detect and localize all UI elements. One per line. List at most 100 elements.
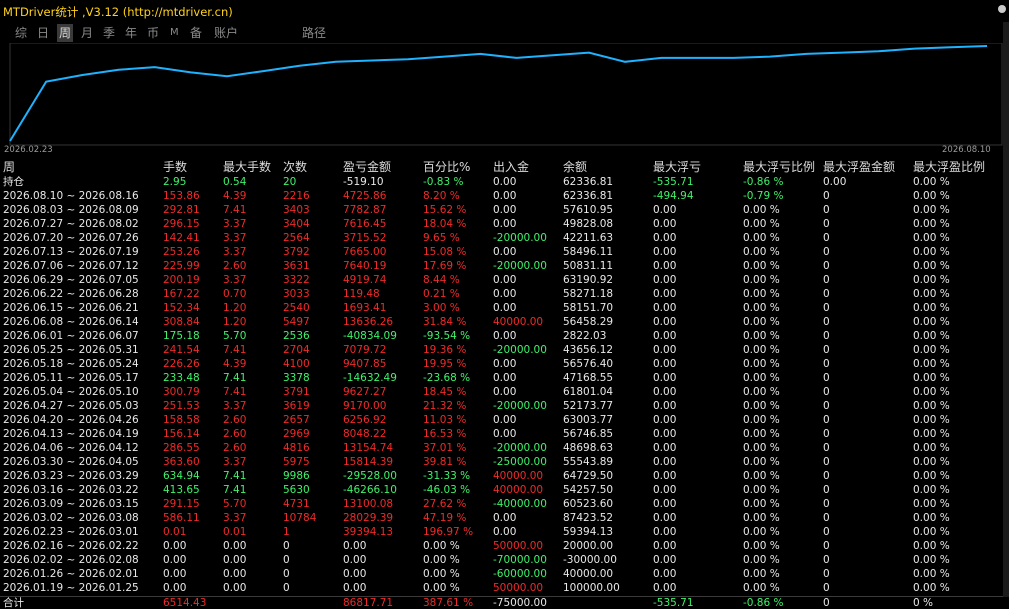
table-row[interactable]: 2026.02.23 ~ 2026.03.01 0.01 0.01 1 39394.13…	[0, 525, 1003, 539]
cell-max_lots: 3.37	[223, 218, 247, 230]
cell-max_dd: 0.00	[653, 302, 677, 314]
cell-lots: 167.22	[163, 288, 200, 300]
cell-period: 2026.03.09 ~ 2026.03.15	[3, 498, 139, 510]
table-row[interactable]: 2026.05.11 ~ 2026.05.17 233.48 7.41 3378 -14…	[0, 371, 1003, 385]
cell-pct: 0.00 %	[423, 568, 460, 580]
cell-max_fp: 0	[823, 484, 830, 496]
cell-max_dd_pct: 0.00 %	[743, 512, 780, 524]
tab-7[interactable]: M	[168, 24, 181, 42]
cell-balance: 2822.03	[563, 330, 607, 342]
balance-line	[9, 45, 988, 142]
cell-flow: 50000.00	[493, 582, 544, 594]
table-row[interactable]: 2026.04.27 ~ 2026.05.03 251.53 3.37 3619 917…	[0, 399, 1003, 413]
holding-row: 持仓 2.95 0.54 20 -519.10 -0.83 % 0.00 62336.81 -5…	[0, 175, 1003, 189]
table-row[interactable]: 2026.04.13 ~ 2026.04.19 156.14 2.60 2969 804…	[0, 427, 1003, 441]
cell-flow: 0.00	[493, 246, 517, 258]
table-row[interactable]: 2026.06.22 ~ 2026.06.28 167.22 0.70 3033 119…	[0, 287, 1003, 301]
cell-pct: 15.62 %	[423, 204, 467, 216]
cell-pct: 18.45 %	[423, 386, 467, 398]
table-row[interactable]: 2026.07.27 ~ 2026.08.02 296.15 3.37 3404 761…	[0, 217, 1003, 231]
table-row[interactable]: 2026.07.06 ~ 2026.07.12 225.99 2.60 3631 764…	[0, 259, 1003, 273]
cell-count: 2564	[283, 232, 310, 244]
cell-max_dd: 0.00	[653, 274, 677, 286]
window-title: MTDriver统计 ,V3.12 (http://mtdriver.cn)	[3, 5, 233, 19]
cell-max_fp_pct: 0.00 %	[913, 358, 950, 370]
tab-5[interactable]: 年	[123, 24, 139, 42]
cell-count: 0	[283, 554, 290, 566]
cell-pnl: 9170.00	[343, 400, 387, 412]
cell-lots: 225.99	[163, 260, 200, 272]
cell-lots: 233.48	[163, 372, 200, 384]
tab-8[interactable]: 备	[188, 24, 204, 42]
weekly-stats-table: 周 手数 最大手数 次数 盈亏金额 百分比% 出入金 余额 最大浮亏 最大浮亏比例 最大浮盈金额 最大…	[0, 160, 1003, 595]
cell-pct: 31.84 %	[423, 316, 467, 328]
cell-balance: 47168.55	[563, 372, 614, 384]
cell-count: 3619	[283, 400, 310, 412]
table-row[interactable]: 2026.03.23 ~ 2026.03.29 634.94 7.41 9986 -29…	[0, 469, 1003, 483]
table-row[interactable]: 2026.05.25 ~ 2026.05.31 241.54 7.41 2704 707…	[0, 343, 1003, 357]
cell-max_lots: 7.41	[223, 386, 247, 398]
cell-flow: 0.00	[493, 302, 517, 314]
table-row[interactable]: 2026.05.18 ~ 2026.05.24 226.26 4.39 4100 940…	[0, 357, 1003, 371]
tab-9[interactable]: 账户	[212, 24, 240, 42]
cell-max_fp: 0	[823, 218, 830, 230]
tab-10[interactable]: 路径	[300, 24, 328, 42]
cell-pnl: 28029.39	[343, 512, 394, 524]
table-row[interactable]: 2026.01.19 ~ 2026.01.25 0.00 0.00 0 0.00 0.00…	[0, 581, 1003, 595]
table-row[interactable]: 2026.06.29 ~ 2026.07.05 200.19 3.37 3322 491…	[0, 273, 1003, 287]
cell-lots: 175.18	[163, 330, 200, 342]
tab-2[interactable]: 周	[57, 24, 74, 42]
cell-count: 3033	[283, 288, 310, 300]
table-row[interactable]: 2026.01.26 ~ 2026.02.01 0.00 0.00 0 0.00 0.00…	[0, 567, 1003, 581]
table-row[interactable]: 2026.02.16 ~ 2026.02.22 0.00 0.00 0 0.00 0.00…	[0, 539, 1003, 553]
cell-max_fp_pct: 0.00 %	[913, 414, 950, 426]
table-row[interactable]: 2026.02.02 ~ 2026.02.08 0.00 0.00 0 0.00 0.00…	[0, 553, 1003, 567]
cell-max_fp: 0	[823, 246, 830, 258]
cell-max_dd_pct: 0.00 %	[743, 498, 780, 510]
cell-balance: 54257.50	[563, 484, 614, 496]
table-row[interactable]: 2026.07.20 ~ 2026.07.26 142.41 3.37 2564 371…	[0, 231, 1003, 245]
table-row[interactable]: 2026.04.20 ~ 2026.04.26 158.58 2.60 2657 625…	[0, 413, 1003, 427]
holding-max_fp: 0.00	[823, 176, 847, 188]
table-row[interactable]: 2026.03.02 ~ 2026.03.08 586.11 3.37 10784 28…	[0, 511, 1003, 525]
cell-period: 2026.04.20 ~ 2026.04.26	[3, 414, 139, 426]
table-row[interactable]: 2026.05.04 ~ 2026.05.10 300.79 7.41 3791 962…	[0, 385, 1003, 399]
cell-lots: 153.86	[163, 190, 200, 202]
cell-lots: 413.65	[163, 484, 200, 496]
cell-pct: 39.81 %	[423, 456, 467, 468]
table-row[interactable]: 2026.03.09 ~ 2026.03.15 291.15 5.70 4731 131…	[0, 497, 1003, 511]
table-row[interactable]: 2026.03.30 ~ 2026.04.05 363.60 3.37 5975 158…	[0, 455, 1003, 469]
tab-6[interactable]: 币	[145, 24, 161, 42]
cell-period: 2026.05.11 ~ 2026.05.17	[3, 372, 139, 384]
cell-max_fp_pct: 0.00 %	[913, 442, 950, 454]
table-row[interactable]: 2026.08.10 ~ 2026.08.16 153.86 4.39 2216 472…	[0, 189, 1003, 203]
cell-max_dd_pct: 0.00 %	[743, 456, 780, 468]
close-icon[interactable]	[998, 5, 1006, 13]
tab-4[interactable]: 季	[101, 24, 117, 42]
table-row[interactable]: 2026.06.15 ~ 2026.06.21 152.34 1.20 2540 169…	[0, 301, 1003, 315]
tab-1[interactable]: 日	[35, 24, 51, 42]
cell-period: 2026.06.08 ~ 2026.06.14	[3, 316, 139, 328]
cell-max_lots: 2.60	[223, 260, 247, 272]
cell-flow: 0.00	[493, 372, 517, 384]
cell-pct: 47.19 %	[423, 512, 467, 524]
tab-0[interactable]: 综	[13, 24, 29, 42]
cell-lots: 200.19	[163, 274, 200, 286]
table-row[interactable]: 2026.06.08 ~ 2026.06.14 308.84 1.20 5497 136…	[0, 315, 1003, 329]
cell-max_lots: 3.37	[223, 400, 247, 412]
cell-period: 2026.05.25 ~ 2026.05.31	[3, 344, 139, 356]
table-row[interactable]: 2026.08.03 ~ 2026.08.09 292.81 7.41 3403 778…	[0, 203, 1003, 217]
vertical-scrollbar[interactable]	[1003, 22, 1009, 597]
table-row[interactable]: 2026.04.06 ~ 2026.04.12 286.55 2.60 4816 131…	[0, 441, 1003, 455]
cell-pct: 9.65 %	[423, 232, 460, 244]
table-row[interactable]: 2026.03.16 ~ 2026.03.22 413.65 7.41 5630 -46…	[0, 483, 1003, 497]
cell-max_dd: -494.94	[653, 190, 694, 202]
tab-3[interactable]: 月	[79, 24, 95, 42]
column-header: 余额	[563, 160, 588, 174]
cell-max_fp: 0	[823, 526, 830, 538]
table-row[interactable]: 2026.07.13 ~ 2026.07.19 253.26 3.37 3792 766…	[0, 245, 1003, 259]
cell-max_dd: 0.00	[653, 526, 677, 538]
total-max-fp-pct: 0 %	[913, 597, 933, 609]
table-row[interactable]: 2026.06.01 ~ 2026.06.07 175.18 5.70 2536 -40…	[0, 329, 1003, 343]
cell-pnl: 13154.74	[343, 442, 394, 454]
